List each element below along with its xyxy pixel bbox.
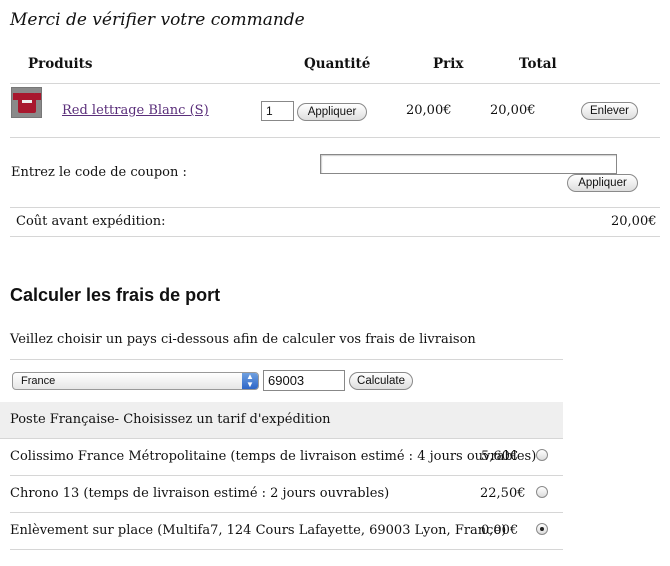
- divider: [10, 207, 660, 208]
- column-header-price: Prix: [433, 56, 464, 72]
- shipping-option-price: 22,50€: [480, 486, 526, 501]
- select-arrows-icon: ▲ ▼: [242, 373, 258, 389]
- item-total: 20,00€: [490, 103, 536, 118]
- subtotal-value: 20,00€: [611, 214, 657, 229]
- divider: [0, 438, 563, 439]
- subtotal-label: Coût avant expédition:: [16, 214, 166, 229]
- product-link[interactable]: Red lettrage Blanc (S): [62, 103, 209, 118]
- remove-item-button[interactable]: Enlever: [581, 102, 638, 120]
- shipping-option-label: Colissimo France Métropolitaine (temps d…: [10, 449, 537, 464]
- column-header-total: Total: [519, 56, 557, 72]
- divider: [10, 512, 563, 513]
- carrier-header: Poste Française- Choisissez un tarif d'e…: [10, 412, 331, 427]
- divider: [10, 359, 563, 360]
- coupon-input[interactable]: [320, 154, 617, 174]
- apply-quantity-button[interactable]: Appliquer: [297, 103, 367, 121]
- tshirt-thumbnail-icon[interactable]: [11, 87, 42, 118]
- divider: [10, 236, 660, 237]
- shipping-instruction: Veillez choisir un pays ci-dessous afin …: [10, 332, 476, 347]
- column-header-products: Produits: [28, 56, 93, 72]
- coupon-label: Entrez le code de coupon :: [11, 165, 187, 180]
- shipping-option-label: Enlèvement sur place (Multifa7, 124 Cour…: [10, 523, 507, 538]
- item-price: 20,00€: [406, 103, 452, 118]
- divider: [10, 475, 563, 476]
- apply-coupon-button[interactable]: Appliquer: [567, 174, 638, 192]
- shipping-option-label: Chrono 13 (temps de livraison estimé : 2…: [10, 486, 390, 501]
- column-header-quantity: Quantité: [304, 56, 371, 72]
- country-select-value: France: [21, 375, 56, 387]
- shipping-option-price: 5,60€: [481, 449, 519, 464]
- divider: [10, 83, 660, 84]
- postal-code-input[interactable]: 69003: [263, 370, 345, 391]
- divider: [10, 137, 660, 138]
- shipping-heading: Calculer les frais de port: [10, 285, 221, 305]
- calculate-button[interactable]: Calculate: [349, 372, 413, 390]
- shipping-option-radio[interactable]: [536, 449, 548, 461]
- shipping-option-radio[interactable]: [536, 486, 548, 498]
- country-select[interactable]: France ▲ ▼: [12, 372, 259, 390]
- page-title: Merci de vérifier votre commande: [10, 10, 305, 30]
- shipping-option-price: 0,00€: [481, 523, 519, 538]
- shipping-option-radio-selected[interactable]: [536, 523, 548, 535]
- quantity-input[interactable]: 1: [261, 101, 294, 121]
- divider: [10, 549, 563, 550]
